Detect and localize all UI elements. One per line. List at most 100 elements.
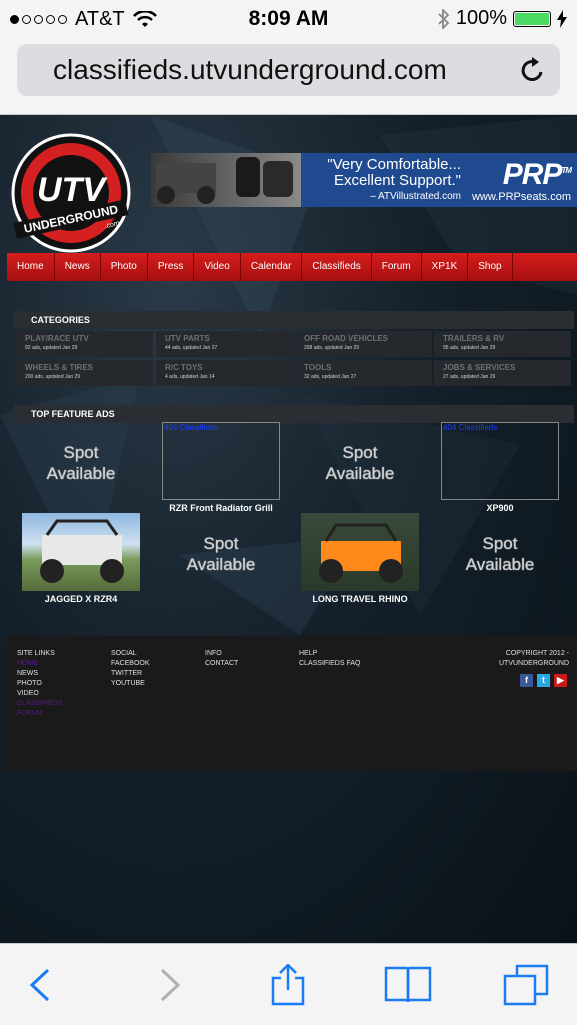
footer-link-forum[interactable]: FORUM [17,709,63,719]
facebook-icon[interactable]: f [520,674,533,687]
category-meta: 44 ads, updated Jan 27 [165,345,218,351]
category-name[interactable]: TOOLS [304,363,423,372]
footer-social-title: SOCIAL [111,650,137,657]
footer-info-links: INFO CONTACT [205,649,238,669]
category-name[interactable]: PLAY/RACE UTV [25,334,144,343]
footer-link-photo[interactable]: PHOTO [17,679,63,689]
footer-link-classifieds-faq[interactable]: CLASSIFIEDS FAQ [299,659,360,669]
feature-ad[interactable]: JAGGED X RZR4 [22,513,140,604]
footer-social-links: SOCIAL FACEBOOK TWITTER YOUTUBE [111,649,150,689]
back-icon[interactable] [20,964,62,1006]
category-tile[interactable]: JOBS & SERVICES 27 ads, updated Jan 29 [434,360,571,386]
nav-item-press[interactable]: Press [148,253,195,281]
feature-ad-photo[interactable] [22,513,140,591]
category-name[interactable]: R/C TOYS [165,363,284,372]
feature-ad[interactable]: 404 Classifieds RZR Front Radiator Grill [162,422,280,513]
category-meta: 298 ads, updated Jan 29 [304,345,360,351]
utv-vehicle-illustration [40,519,124,583]
spot-available-placeholder[interactable]: Spot Available [301,442,419,484]
category-meta: 95 ads, updated Jan 29 [443,345,496,351]
spot-line1: Spot [482,534,518,553]
footer-link-contact[interactable]: CONTACT [205,659,238,669]
footer-link-twitter[interactable]: TWITTER [111,669,150,679]
youtube-icon[interactable]: ▶ [554,674,567,687]
categories-heading: CATEGORIES [14,311,574,329]
nav-item-xp1k[interactable]: XP1K [422,253,469,281]
category-name[interactable]: WHEELS & TIRES [25,363,144,372]
footer-site-links: SITE LINKS HOME NEWS PHOTO VIDEO CLASSIFIEDS… [17,649,63,719]
footer-site-links-title: SITE LINKS [17,650,55,657]
web-page: UTV UNDERGROUND .com "Very Comfortable..… [0,115,577,943]
url-text[interactable]: classifieds.utvunderground.com [53,54,447,86]
category-meta: 200 ads, updated Jan 29 [25,374,81,380]
footer-link-home[interactable]: HOME [17,659,63,669]
feature-ad[interactable]: 404 Classifieds XP900 [441,422,559,513]
battery-percent: 100% [455,7,507,29]
browser-toolbar [0,943,577,1025]
nav-item-calendar[interactable]: Calendar [241,253,303,281]
twitter-icon[interactable]: t [537,674,550,687]
category-tile[interactable]: R/C TOYS 4 ads, updated Jan 14 [156,360,293,386]
svg-text:UTV: UTV [37,171,108,209]
utv-underground-logo[interactable]: UTV UNDERGROUND .com [6,133,136,253]
footer-help-links: HELP CLASSIFIEDS FAQ [299,649,360,669]
reload-icon[interactable] [520,56,546,84]
category-tile[interactable]: TOOLS 32 ads, updated Jan 27 [295,360,432,386]
prp-brand-logo: PRPTM [502,158,572,191]
banner-quote-line1: "Very Comfortable... [327,156,461,173]
footer-link-video[interactable]: VIDEO [17,689,63,699]
category-tile[interactable]: TRAILERS & RV 95 ads, updated Jan 29 [434,331,571,357]
spot-line2: Available [465,555,535,574]
category-tile[interactable]: PLAY/RACE UTV 92 ads, updated Jan 29 [16,331,153,357]
address-bar[interactable]: classifieds.utvunderground.com [17,44,560,96]
tabs-icon[interactable] [503,964,549,1006]
forward-icon[interactable] [148,964,190,1006]
prp-seats-banner-ad[interactable]: "Very Comfortable... Excellent Support."… [151,153,577,207]
feature-ad-title[interactable]: XP900 [441,503,559,513]
footer-link-news[interactable]: NEWS [17,669,63,679]
category-tile[interactable]: OFF ROAD VEHICLES 298 ads, updated Jan 29 [295,331,432,357]
nav-item-video[interactable]: Video [194,253,241,281]
nav-item-forum[interactable]: Forum [372,253,422,281]
feature-ad-title[interactable]: RZR Front Radiator Grill [162,503,280,513]
category-meta: 27 ads, updated Jan 29 [443,374,496,380]
feature-ad[interactable]: LONG TRAVEL RHINO [301,513,419,604]
nav-item-photo[interactable]: Photo [101,253,148,281]
bookmarks-icon[interactable] [384,964,432,1006]
broken-image[interactable]: 404 Classifieds [441,422,559,500]
category-name[interactable]: JOBS & SERVICES [443,363,562,372]
footer-help-title: HELP [299,650,318,657]
category-meta: 92 ads, updated Jan 29 [25,345,78,351]
spot-available-placeholder[interactable]: Spot Available [441,533,559,575]
nav-item-news[interactable]: News [55,253,101,281]
banner-quote-line2: Excellent Support." [333,172,461,189]
nav-item-shop[interactable]: Shop [468,253,513,281]
broken-image[interactable]: 404 Classifieds [162,422,280,500]
top-feature-ads-heading: TOP FEATURE ADS [14,405,574,423]
category-tile[interactable]: WHEELS & TIRES 200 ads, updated Jan 29 [16,360,153,386]
category-meta: 4 ads, updated Jan 14 [165,374,215,380]
broken-image-alt-text: 404 Classifieds [164,423,219,432]
category-name[interactable]: TRAILERS & RV [443,334,562,343]
banner-vehicle-image [151,153,301,207]
spot-available-placeholder[interactable]: Spot Available [162,533,280,575]
nav-item-home[interactable]: Home [7,253,55,281]
category-name[interactable]: OFF ROAD VEHICLES [304,334,423,343]
footer-link-classifieds[interactable]: CLASSIFIEDS [17,699,63,709]
rhino-vehicle-illustration [319,523,403,583]
feature-ad-title[interactable]: JAGGED X RZR4 [22,594,140,604]
banner-brand-url: www.PRPseats.com [471,191,571,203]
category-tile[interactable]: UTV PARTS 44 ads, updated Jan 27 [156,331,293,357]
share-icon[interactable] [267,964,309,1006]
footer-link-facebook[interactable]: FACEBOOK [111,659,150,669]
footer-info-title: INFO [205,650,222,657]
category-name[interactable]: UTV PARTS [165,334,284,343]
footer-copyright: COPYRIGHT 2012 - UTVUNDERGROUND [499,650,569,667]
footer-link-youtube[interactable]: YOUTUBE [111,679,150,689]
spot-available-placeholder[interactable]: Spot Available [22,442,140,484]
feature-ad-title[interactable]: LONG TRAVEL RHINO [301,594,419,604]
feature-ad-photo[interactable] [301,513,419,591]
site-footer: SITE LINKS HOME NEWS PHOTO VIDEO CLASSIFIEDS… [7,636,577,771]
nav-item-classifieds[interactable]: Classifieds [302,253,372,281]
banner-quote-source: – ATVillustrated.com [370,191,461,202]
